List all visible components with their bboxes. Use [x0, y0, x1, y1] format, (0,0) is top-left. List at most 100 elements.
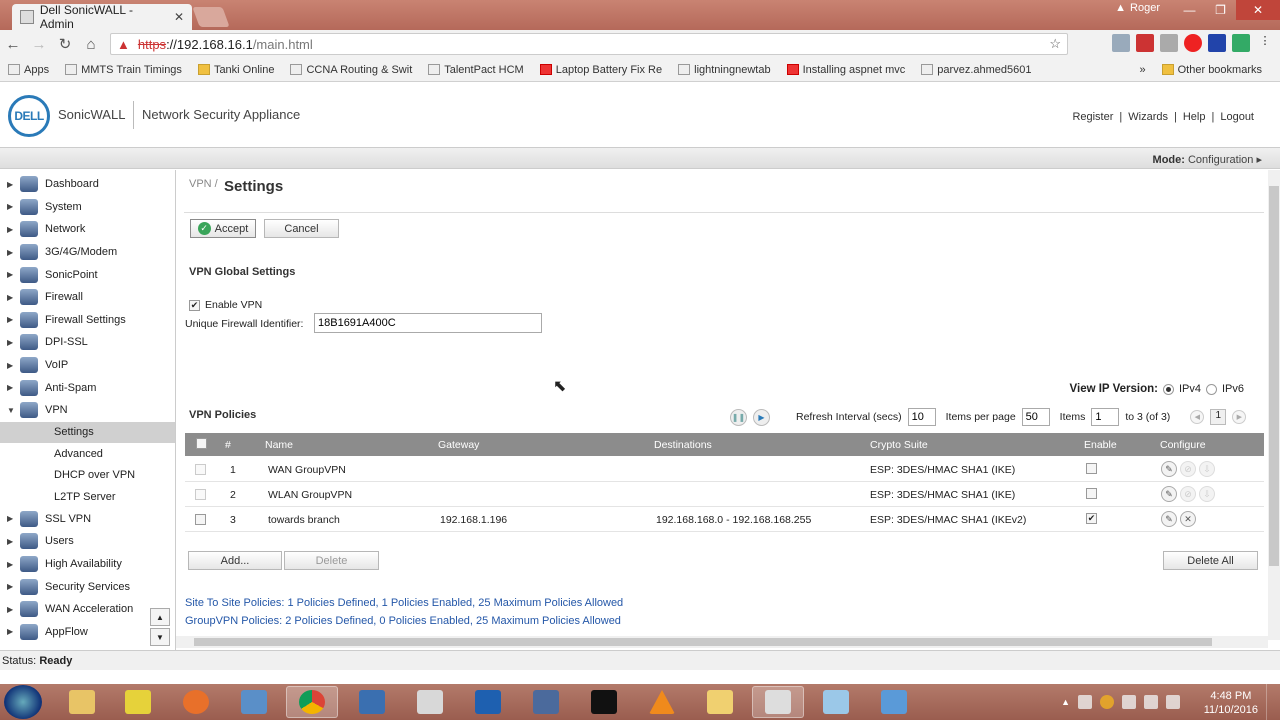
folder-icon[interactable] [694, 686, 746, 718]
logout-link[interactable]: Logout [1220, 111, 1254, 123]
main-horizontal-scrollbar[interactable] [176, 636, 1268, 648]
sidebar-item-sonicpoint[interactable]: ▶ SonicPoint [0, 263, 175, 286]
home-icon[interactable]: ⌂ [78, 36, 104, 53]
network-config-icon[interactable] [346, 686, 398, 718]
bookmark-item[interactable]: lightningnewtab [670, 64, 778, 76]
expand-arrow-icon[interactable]: ▶ [7, 361, 17, 370]
bookmark-item[interactable]: Installing aspnet mvc [779, 64, 914, 76]
mode-selector[interactable]: Mode: Configuration ▸ [1153, 153, 1262, 166]
bookmark-item[interactable]: Tanki Online [190, 64, 283, 76]
expand-arrow-icon[interactable]: ▶ [7, 248, 17, 257]
refresh-interval-input[interactable] [907, 408, 936, 426]
sidebar-item-vpn[interactable]: ▼ VPN [0, 399, 175, 422]
select-all-checkbox[interactable] [196, 438, 207, 449]
col-enable[interactable]: Enable [1084, 439, 1117, 451]
sidebar-subitem-dhcp-over-vpn[interactable]: DHCP over VPN [0, 465, 175, 487]
scroll-up-icon[interactable]: ▲ [150, 608, 170, 626]
edit-icon[interactable]: ✎ [1161, 511, 1177, 527]
chrome-icon[interactable] [286, 686, 338, 718]
vlc-icon[interactable] [636, 686, 688, 718]
firefox-icon[interactable] [170, 686, 222, 718]
enable-checkbox[interactable]: ✔ [1086, 513, 1097, 524]
sidebar-item-wan-acceleration[interactable]: ▶ WAN Acceleration [0, 598, 175, 621]
col-destinations[interactable]: Destinations [654, 439, 712, 451]
next-page-icon[interactable]: ▶ [1232, 410, 1247, 424]
network-tool-icon[interactable] [228, 686, 280, 718]
col-number[interactable]: # [225, 439, 231, 451]
expand-arrow-icon[interactable]: ▶ [7, 560, 17, 569]
extension-icon[interactable] [1160, 34, 1178, 52]
volume-icon[interactable] [1166, 695, 1180, 709]
register-link[interactable]: Register [1072, 111, 1113, 123]
sidebar-item-dashboard[interactable]: ▶ Dashboard [0, 173, 175, 196]
main-vertical-scrollbar[interactable] [1268, 170, 1280, 640]
edit-icon[interactable]: ✎ [1161, 461, 1177, 477]
extension-icon[interactable] [1232, 34, 1250, 52]
scroll-thumb[interactable] [1269, 186, 1279, 566]
sidebar-item-system[interactable]: ▶ System [0, 196, 175, 219]
minimize-icon[interactable]: — [1174, 0, 1205, 20]
wizards-link[interactable]: Wizards [1128, 111, 1168, 123]
address-bar[interactable]: ▲ https ://192.168.16.1 /main.html ☆ [110, 33, 1068, 55]
row-checkbox[interactable] [195, 514, 206, 525]
prev-page-icon[interactable]: ◀ [1190, 410, 1205, 424]
packet-tracer-icon[interactable] [520, 686, 572, 718]
delete-button[interactable]: Delete [284, 551, 379, 570]
items-per-page-input[interactable] [1021, 408, 1050, 426]
flag-icon[interactable] [1078, 695, 1092, 709]
sidebar-item-ssl-vpn[interactable]: ▶ SSL VPN [0, 508, 175, 531]
col-name[interactable]: Name [265, 439, 293, 451]
enable-vpn-checkbox[interactable]: ✔ [189, 299, 200, 311]
expand-arrow-icon[interactable]: ▶ [7, 225, 17, 234]
forward-icon[interactable]: → [26, 36, 52, 53]
notes-icon[interactable] [112, 686, 164, 718]
delete-all-button[interactable]: Delete All [1163, 551, 1258, 570]
enable-checkbox[interactable] [1086, 488, 1097, 499]
table-row[interactable]: 3 towards branch 192.168.1.196 192.168.1… [185, 507, 1264, 532]
sidebar-subitem-advanced[interactable]: Advanced [0, 443, 175, 465]
bookmark-item[interactable]: MMTS Train Timings [57, 64, 190, 76]
expand-arrow-icon[interactable]: ▶ [7, 514, 17, 523]
tray-expand-icon[interactable]: ▲ [1061, 697, 1070, 707]
expand-arrow-icon[interactable]: ▶ [7, 338, 17, 347]
outlook-icon[interactable] [462, 686, 514, 718]
sidebar-item-anti-spam[interactable]: ▶ Anti-Spam [0, 376, 175, 399]
accept-button[interactable]: ✓ Accept [190, 219, 256, 238]
ipv6-radio[interactable] [1205, 383, 1217, 395]
table-row[interactable]: 2 WLAN GroupVPN ESP: 3DES/HMAC SHA1 (IKE… [185, 482, 1264, 507]
play-icon[interactable]: ▶ [753, 408, 770, 426]
sidebar-item-users[interactable]: ▶ Users [0, 530, 175, 553]
ipv4-radio[interactable] [1162, 383, 1174, 395]
help-link[interactable]: Help [1183, 111, 1206, 123]
breadcrumb[interactable]: VPN / [189, 178, 218, 190]
sidebar-item-appflow[interactable]: ▶ AppFlow [0, 621, 175, 644]
sidebar-item-security-services[interactable]: ▶ Security Services [0, 575, 175, 598]
expand-arrow-icon[interactable]: ▶ [7, 605, 17, 614]
edit-icon[interactable]: ✎ [1161, 486, 1177, 502]
clock[interactable]: 4:48 PM 11/10/2016 [1204, 689, 1258, 717]
reload-icon[interactable]: ↻ [52, 35, 78, 53]
delete-icon[interactable]: ✕ [1180, 511, 1196, 527]
sidebar-item-dpi-ssl[interactable]: ▶ DPI-SSL [0, 331, 175, 354]
back-icon[interactable]: ← [0, 36, 26, 53]
power-icon[interactable] [1122, 695, 1136, 709]
control-panel-icon[interactable] [868, 686, 920, 718]
sidebar-item-firewall[interactable]: ▶ Firewall [0, 286, 175, 309]
profile-button[interactable]: ▲ Roger [1115, 2, 1160, 14]
col-crypto-suite[interactable]: Crypto Suite [870, 439, 928, 451]
snipping-tool-icon[interactable] [404, 686, 456, 718]
expand-arrow-icon[interactable]: ▶ [7, 180, 17, 189]
expand-arrow-icon[interactable]: ▶ [7, 383, 17, 392]
expand-arrow-icon[interactable]: ▶ [7, 270, 17, 279]
explorer-icon[interactable] [56, 686, 108, 718]
cancel-button[interactable]: Cancel [264, 219, 339, 238]
pinterest-icon[interactable] [1136, 34, 1154, 52]
scroll-thumb[interactable] [194, 638, 1212, 646]
expand-arrow-icon[interactable]: ▶ [7, 537, 17, 546]
expand-arrow-icon[interactable]: ▶ [7, 293, 17, 302]
items-start-input[interactable] [1091, 408, 1120, 426]
enable-checkbox[interactable] [1086, 463, 1097, 474]
sidebar-item-voip[interactable]: ▶ VoIP [0, 354, 175, 377]
bookmark-item[interactable]: CCNA Routing & Swit [282, 64, 420, 76]
start-button[interactable] [4, 685, 42, 719]
